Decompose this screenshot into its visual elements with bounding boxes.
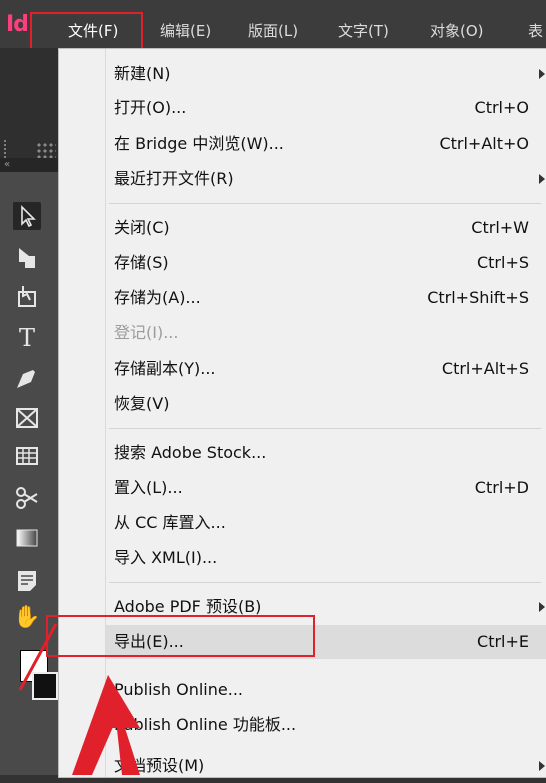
menu-edit[interactable]: 编辑(E) <box>150 16 221 46</box>
pen-tool-icon[interactable] <box>13 364 41 392</box>
submenu-arrow-icon <box>539 602 545 612</box>
menu-type[interactable]: 文字(T) <box>328 16 399 46</box>
control-panel-left <box>0 48 60 172</box>
note-tool-icon[interactable] <box>13 566 41 594</box>
menu-item-revert[interactable]: 恢复(V) <box>106 387 546 421</box>
menu-separator <box>109 203 541 204</box>
menu-item-check-in: 登记(I)... <box>114 323 179 342</box>
annotation-arrow-icon <box>18 623 140 775</box>
submenu-arrow-icon <box>539 174 545 184</box>
menu-table[interactable]: 表 <box>518 16 546 46</box>
menu-item-publish-online[interactable]: Publish Online... <box>106 673 546 707</box>
scissors-tool-icon[interactable] <box>13 484 41 512</box>
menu-item-browse-bridge[interactable]: 在 Bridge 中浏览(W)... Ctrl+Alt+O <box>106 127 546 161</box>
menu-item-search-adobe-stock[interactable]: 搜索 Adobe Stock... <box>106 436 546 470</box>
menu-item-open-recent[interactable]: 最近打开文件(R) <box>106 162 546 196</box>
table-tool-icon[interactable] <box>13 442 41 470</box>
menu-object[interactable]: 对象(O) <box>420 16 494 46</box>
menu-item-open[interactable]: 打开(O)... Ctrl+O <box>106 91 546 125</box>
menu-item-save-copy[interactable]: 存储副本(Y)... Ctrl+Alt+S <box>106 352 546 386</box>
type-tool-icon[interactable]: T <box>13 324 41 352</box>
submenu-arrow-icon <box>539 761 545 771</box>
menu-item-document-presets[interactable]: 文档预设(M) <box>106 749 546 783</box>
file-menu-highlight-box <box>30 12 143 52</box>
submenu-arrow-icon <box>539 69 545 79</box>
menu-item-publish-online-panel[interactable]: Publish Online 功能板... <box>106 708 546 742</box>
menu-item-save-as[interactable]: 存储为(A)... Ctrl+Shift+S <box>106 281 546 315</box>
selection-tool-icon[interactable] <box>13 202 41 230</box>
menu-item-import-xml[interactable]: 导入 XML(I)... <box>106 541 546 575</box>
page-tool-icon[interactable] <box>13 282 41 310</box>
menu-item-place-from-cc-library[interactable]: 从 CC 库置入... <box>106 506 546 540</box>
menu-item-close[interactable]: 关闭(C) Ctrl+W <box>106 211 546 245</box>
menu-layout[interactable]: 版面(L) <box>238 16 308 46</box>
menu-item-save[interactable]: 存储(S) Ctrl+S <box>106 246 546 280</box>
rectangle-frame-tool-icon[interactable] <box>13 404 41 432</box>
menu-item-place[interactable]: 置入(L)... Ctrl+D <box>106 471 546 505</box>
menu-separator <box>109 428 541 429</box>
direct-selection-tool-icon[interactable] <box>13 244 41 272</box>
menu-item-new[interactable]: 新建(N) <box>106 57 546 91</box>
gradient-tool-icon[interactable] <box>13 524 41 552</box>
menu-separator <box>109 582 541 583</box>
panel-collapse-icon[interactable]: « <box>0 158 60 172</box>
